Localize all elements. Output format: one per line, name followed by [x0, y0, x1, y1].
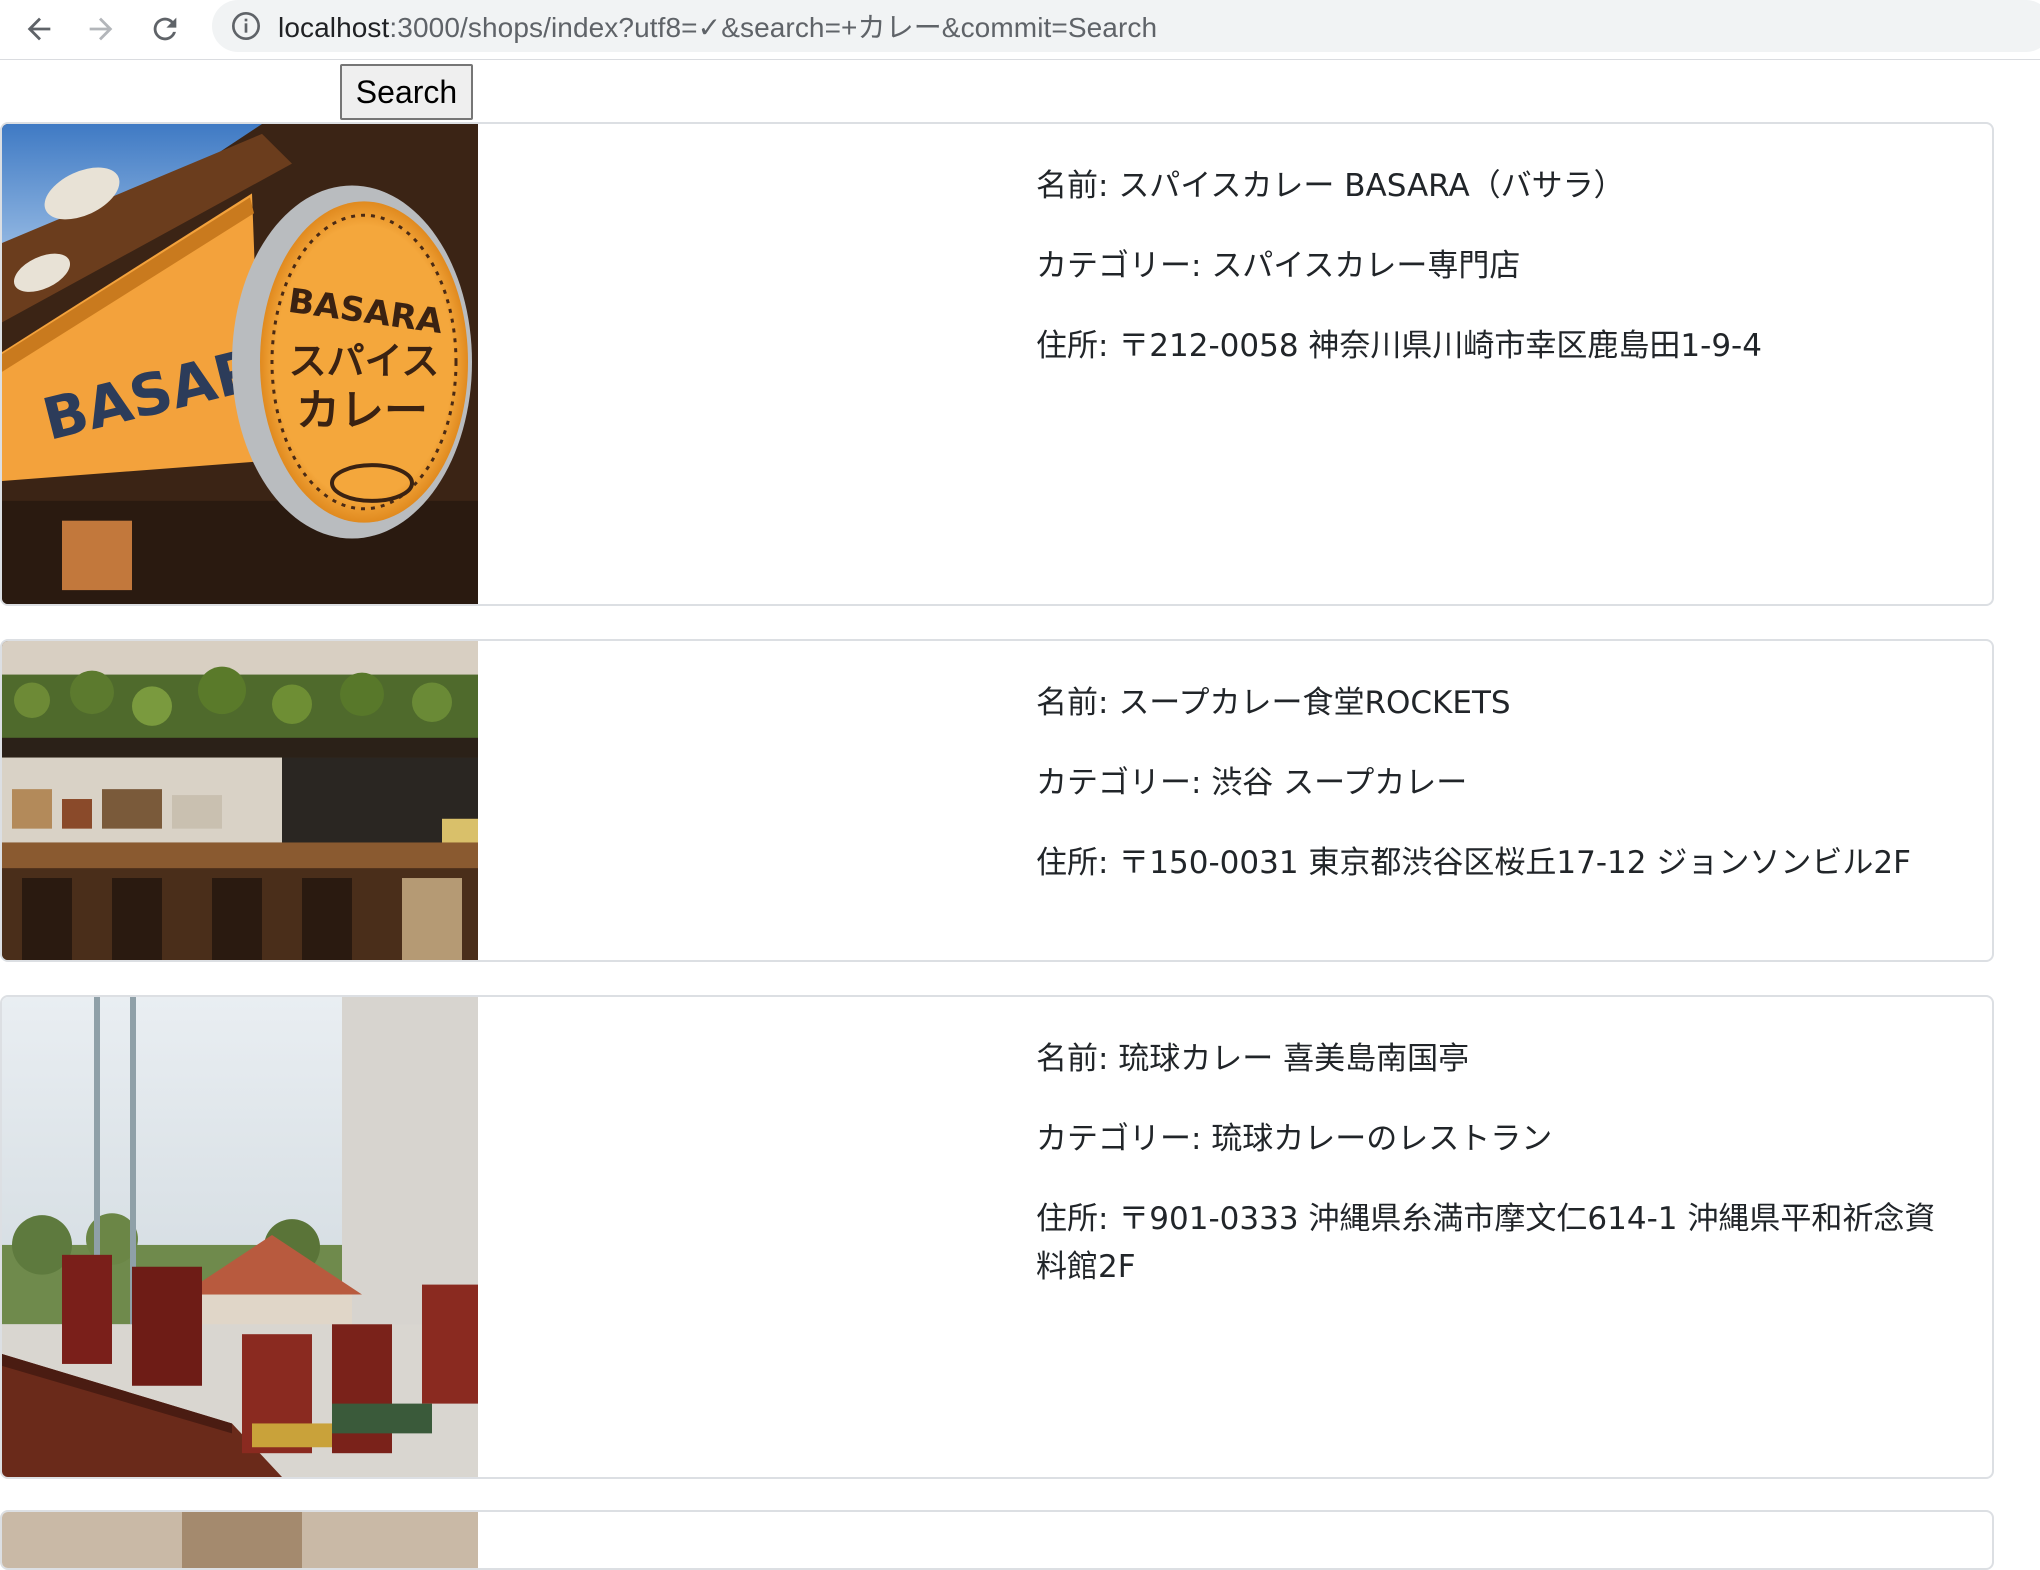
shop-card: 名前: 琉球カレー 喜美島南国亭 カテゴリー: 琉球カレーのレストラン 住所: … [0, 995, 1994, 1479]
shop-address-value: 〒150-0031 東京都渋谷区桜丘17-12 ジョンソンビル2F [1118, 845, 1911, 881]
shop-address-value: 〒212-0058 神奈川県川崎市幸区鹿島田1-9-4 [1118, 328, 1762, 364]
shop-name-value: 琉球カレー 喜美島南国亭 [1118, 1041, 1470, 1077]
shop-name-value: スパイスカレー BASARA（バサラ） [1118, 168, 1625, 204]
shop-photo-nangokutei [2, 997, 478, 1477]
shop-photo-basara: BASARA BASARA スパイス カレー [2, 124, 478, 604]
shop-info: 名前: 琉球カレー 喜美島南国亭 カテゴリー: 琉球カレーのレストラン 住所: … [1036, 1035, 1956, 1323]
shop-image[interactable] [2, 641, 478, 960]
forward-button[interactable] [78, 6, 124, 52]
shop-name: 名前: 琉球カレー 喜美島南国亭 [1036, 1035, 1956, 1083]
info-icon[interactable] [230, 10, 262, 42]
shop-category: カテゴリー: 琉球カレーのレストラン [1036, 1115, 1956, 1163]
arrow-right-icon [89, 17, 113, 41]
shop-address-label: 住所: [1036, 328, 1119, 364]
shop-address-value: 〒901-0333 沖縄県糸満市摩文仁614-1 沖縄県平和祈念資料館2F [1036, 1201, 1936, 1285]
shop-card: 名前: スープカレー食堂ROCKETS カテゴリー: 渋谷 スープカレー 住所:… [0, 639, 1994, 962]
shop-image[interactable]: BASARA BASARA スパイス カレー [2, 124, 478, 604]
url-path: :3000/shops/index?utf8=✓&search=+カレー&com… [389, 12, 1158, 43]
reload-icon [153, 17, 177, 41]
shop-photo-rockets [2, 641, 478, 960]
shop-address-label: 住所: [1036, 1201, 1119, 1237]
shop-card: BASARA BASARA スパイス カレー 名前: スパイスカレー BASAR… [0, 122, 1994, 606]
url-host: localhost [278, 12, 390, 43]
shop-image[interactable] [2, 997, 478, 1477]
shop-category-value: 琉球カレーのレストラン [1211, 1121, 1553, 1157]
url-text: localhost:3000/shops/index?utf8=✓&search… [278, 6, 1157, 46]
shop-address-label: 住所: [1036, 845, 1119, 881]
sign-text-curry: カレー [296, 386, 428, 437]
back-button[interactable] [16, 6, 62, 52]
shop-info: 名前: スパイスカレー BASARA（バサラ） カテゴリー: スパイスカレー専門… [1036, 162, 1956, 402]
search-form: Search [0, 62, 480, 122]
address-bar[interactable]: localhost:3000/shops/index?utf8=✓&search… [212, 0, 2040, 52]
shop-category: カテゴリー: スパイスカレー専門店 [1036, 242, 1956, 290]
shop-image[interactable] [2, 1512, 478, 1568]
search-input[interactable] [0, 62, 338, 120]
reload-button[interactable] [142, 6, 188, 52]
arrow-left-icon [27, 17, 51, 41]
shop-category-value: 渋谷 スープカレー [1211, 765, 1468, 801]
search-button[interactable]: Search [340, 64, 473, 120]
shop-name-label: 名前: [1036, 1041, 1119, 1077]
shop-category: カテゴリー: 渋谷 スープカレー [1036, 759, 1956, 807]
shop-photo-partial [2, 1512, 478, 1568]
sign-text-spice: スパイス [289, 339, 440, 383]
shop-info: 名前: スープカレー食堂ROCKETS カテゴリー: 渋谷 スープカレー 住所:… [1036, 679, 1956, 919]
shop-name-label: 名前: [1036, 685, 1119, 721]
shop-name-value: スープカレー食堂ROCKETS [1118, 685, 1511, 721]
shop-card-partial [0, 1510, 1994, 1570]
shop-category-label: カテゴリー: [1036, 765, 1212, 801]
browser-toolbar: localhost:3000/shops/index?utf8=✓&search… [0, 0, 2040, 60]
shop-address: 住所: 〒212-0058 神奈川県川崎市幸区鹿島田1-9-4 [1036, 322, 1956, 370]
shop-name: 名前: スパイスカレー BASARA（バサラ） [1036, 162, 1956, 210]
shop-category-label: カテゴリー: [1036, 248, 1212, 284]
shop-category-value: スパイスカレー専門店 [1211, 248, 1521, 284]
shop-address: 住所: 〒901-0333 沖縄県糸満市摩文仁614-1 沖縄県平和祈念資料館2… [1036, 1195, 1956, 1291]
shop-name-label: 名前: [1036, 168, 1119, 204]
shop-name: 名前: スープカレー食堂ROCKETS [1036, 679, 1956, 727]
shop-category-label: カテゴリー: [1036, 1121, 1212, 1157]
shop-address: 住所: 〒150-0031 東京都渋谷区桜丘17-12 ジョンソンビル2F [1036, 839, 1956, 887]
